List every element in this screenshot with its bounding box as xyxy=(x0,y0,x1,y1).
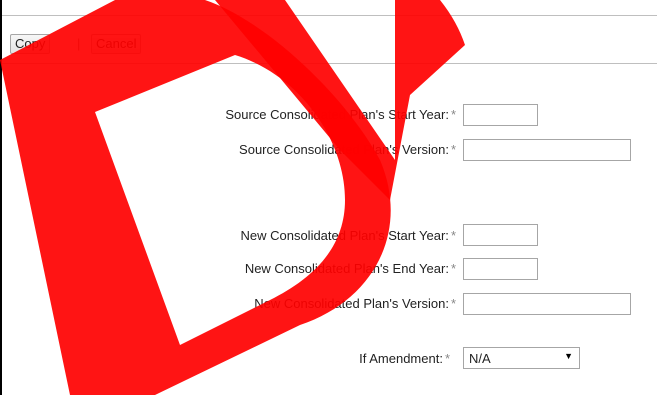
dropdown-arrow-icon: ▼ xyxy=(564,351,573,361)
dv-watermark xyxy=(0,0,465,395)
toolbar-divider xyxy=(2,63,657,64)
window-left-border xyxy=(0,0,2,395)
amendment-selected-value: N/A xyxy=(469,351,491,366)
amendment-label: If Amendment: * xyxy=(359,351,450,366)
source-start-year-label: Source Consolidated Plan's Start Year: * xyxy=(225,107,456,122)
source-start-year-input[interactable] xyxy=(463,104,538,126)
required-marker: * xyxy=(450,228,456,243)
required-marker: * xyxy=(450,107,456,122)
watermark-letter-v xyxy=(215,0,465,200)
new-end-year-input[interactable] xyxy=(463,258,538,280)
required-marker: * xyxy=(444,351,450,366)
cancel-button[interactable]: Cancel xyxy=(91,34,142,54)
header-divider xyxy=(2,15,657,16)
new-version-input[interactable] xyxy=(463,293,631,315)
required-marker: * xyxy=(450,261,456,276)
new-start-year-input[interactable] xyxy=(463,224,538,246)
source-version-input[interactable] xyxy=(463,139,631,161)
required-marker: * xyxy=(450,142,456,157)
watermark-letter-d xyxy=(0,0,391,395)
required-marker: * xyxy=(450,296,456,311)
source-version-label: Source Consolidated Plan's Version: * xyxy=(239,142,456,157)
new-version-label: New Consolidated Plan's Version: * xyxy=(254,296,456,311)
new-end-year-label: New Consolidated Plan's End Year: * xyxy=(244,261,456,276)
new-start-year-label: New Consolidated Plan's Start Year: * xyxy=(240,228,456,243)
toolbar-separator: | xyxy=(77,36,81,51)
amendment-select[interactable]: N/A ▼ xyxy=(463,347,580,369)
copy-button[interactable]: Copy xyxy=(10,34,51,54)
